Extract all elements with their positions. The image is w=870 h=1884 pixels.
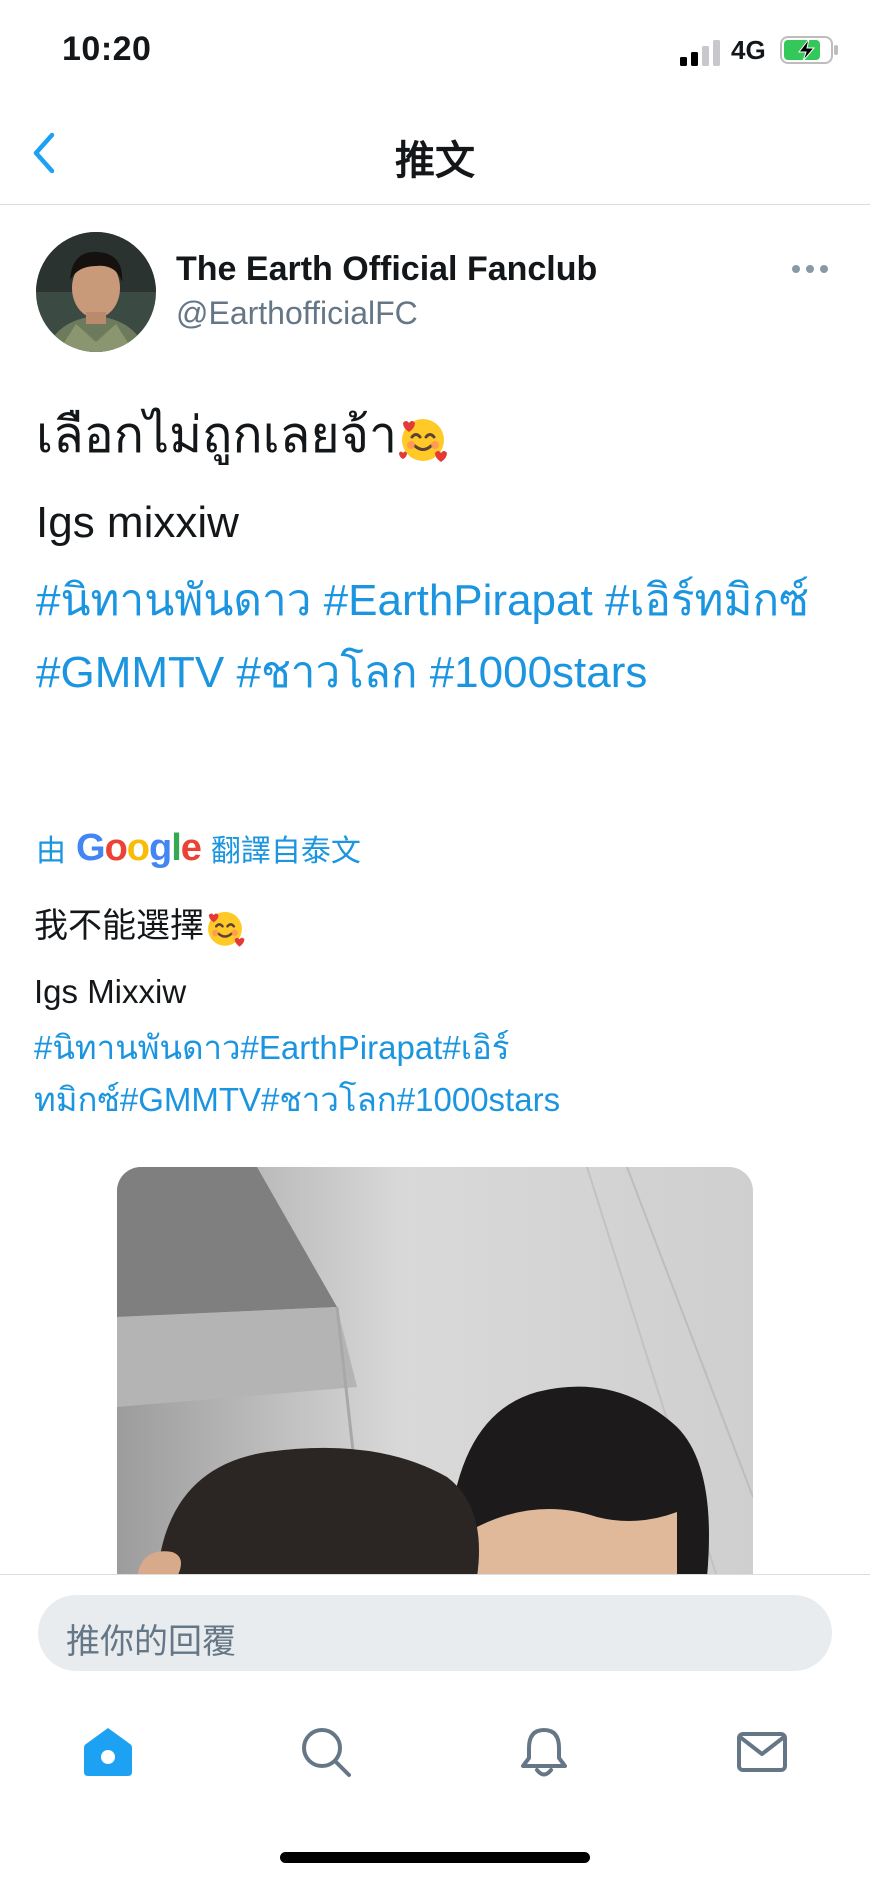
google-logo: Google (76, 826, 202, 869)
author-avatar[interactable] (36, 232, 156, 352)
translation-by-label: 由 (36, 835, 66, 868)
translated-text: 我不能選擇 (34, 907, 204, 945)
hashtag-link[interactable]: #EarthPirapat (324, 576, 593, 625)
hashtag-link[interactable]: #GMMTV (36, 648, 224, 697)
translated-text-line1: 我不能選擇 (34, 902, 246, 950)
tweet-text-line2: Igs mixxiw (36, 498, 239, 547)
author-name[interactable]: The Earth Official Fanclub (176, 250, 597, 289)
hashtag-link[interactable]: #เอิร์ทมิกซ์ (605, 576, 809, 625)
translated-hashtags-row[interactable]: ทมิกซ์#GMMTV#ชาวโลก#1000stars (34, 1074, 814, 1126)
translation-from-label: 翻譯自泰文 (210, 835, 361, 868)
battery-charging-icon (780, 36, 838, 64)
page-title: 推文 (395, 139, 475, 183)
tweet-text-line1: เลือกไม่ถูกเลยจ้า (36, 405, 449, 465)
tweet-photo[interactable] (117, 1167, 753, 1577)
hashtag-link[interactable]: #1000stars (430, 648, 648, 697)
translated-hashtags[interactable]: #นิทานพันดาว#EarthPirapat#เอิร์ ทมิกซ์#G… (34, 1022, 814, 1126)
network-type: 4G (731, 35, 766, 65)
translation-attribution[interactable]: 由 Google 翻譯自泰文 (36, 826, 361, 869)
bell-icon[interactable] (516, 1724, 572, 1780)
header-divider (0, 204, 870, 205)
mail-icon[interactable] (734, 1724, 790, 1780)
more-options-icon[interactable] (790, 262, 830, 276)
tweet-hashtags: #นิทานพันดาว #EarthPirapat #เอิร์ทมิกซ์ … (36, 565, 826, 709)
smiling-face-with-hearts-emoji (208, 911, 245, 947)
tweet-text: เลือกไม่ถูกเลยจ้า (36, 407, 398, 463)
hashtag-link[interactable]: #นิทานพันดาว (36, 576, 311, 625)
home-indicator (280, 1852, 590, 1863)
author-handle[interactable]: @EarthofficialFC (176, 295, 418, 332)
home-icon[interactable] (80, 1724, 136, 1780)
hashtag-link[interactable]: #ชาวโลก (236, 648, 417, 697)
signal-strength-icon (680, 40, 720, 66)
translated-hashtags-row[interactable]: #นิทานพันดาว#EarthPirapat#เอิร์ (34, 1022, 814, 1074)
status-time: 10:20 (62, 30, 152, 68)
translated-text-line2: Igs Mixxiw (34, 973, 187, 1010)
smiling-face-with-hearts-emoji (399, 418, 448, 462)
search-icon[interactable] (298, 1724, 354, 1780)
reply-placeholder[interactable]: 推你的回覆 (66, 1614, 236, 1663)
